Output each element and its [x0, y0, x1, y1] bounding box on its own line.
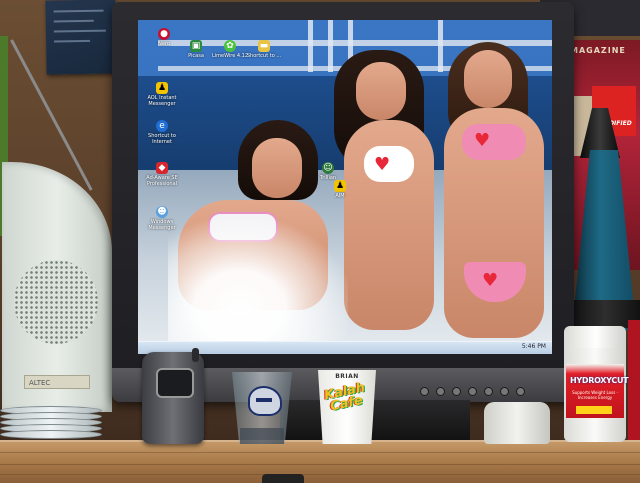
taskbar-clock: 5:46 PM — [521, 343, 546, 350]
magazine-title: MAGAZINE — [570, 46, 626, 55]
supplement-cap — [574, 326, 618, 348]
football-helmet-logo — [248, 386, 282, 416]
power-button — [516, 387, 525, 396]
red-object — [628, 320, 640, 440]
shelf-knob — [262, 474, 304, 483]
desktop-icon[interactable]: e Shortcut to Internet — [142, 120, 182, 145]
aim-icon: ♟ — [334, 180, 346, 192]
aim-icon: ♟ — [156, 82, 168, 94]
desktop-icon[interactable]: ▬ Shortcut to ... — [244, 40, 284, 59]
photo-scene: MAGAZINE MODIFIED ALTEC ♥ ♥ ♥ ● Nero ▣ P… — [0, 0, 640, 483]
cd-stack — [0, 404, 102, 442]
wallpaper-model-right: ♥ ♥ — [434, 42, 552, 342]
trillian-icon: ☺ — [322, 162, 334, 174]
folder-icon: ▬ — [258, 40, 270, 52]
desktop-icon-label: Windows Messenger — [148, 219, 176, 231]
speaker-badge: ALTEC — [24, 375, 90, 389]
adaware-icon: ◆ — [156, 162, 168, 174]
supplement-subtext: Supports Weight Loss · Increases Energy — [572, 390, 618, 400]
disc-icon: ● — [158, 28, 170, 40]
desktop-icon-label: AOL Instant Messenger — [147, 95, 177, 107]
lime-icon: ✿ — [224, 40, 236, 52]
taskbar: 5:46 PM — [138, 341, 552, 354]
desktop-icon-label: Shortcut to ... — [246, 53, 282, 59]
photo-icon: ▣ — [190, 40, 202, 52]
monitor-screen: ♥ ♥ ♥ ● Nero ▣ Picasa ✿ LimeWire 4.12 ▬ … — [138, 20, 552, 354]
boat-post — [308, 20, 313, 72]
desktop-icon[interactable]: ☻ Windows Messenger — [142, 206, 182, 231]
wall-poster — [45, 0, 117, 75]
monitor-button — [484, 387, 493, 396]
flip-phone — [142, 348, 204, 444]
desktop-icon[interactable]: ♟ AIM — [320, 180, 360, 199]
desktop-icon-label: Shortcut to Internet — [148, 133, 176, 145]
phone-antenna — [192, 348, 199, 362]
camera-flash-glare — [168, 220, 348, 354]
phone-display — [156, 368, 194, 398]
supplement-stripe — [576, 406, 612, 414]
messenger-icon: ☻ — [156, 206, 168, 218]
ie-icon: e — [156, 120, 168, 132]
monitor-button — [500, 387, 509, 396]
white-container — [484, 402, 550, 444]
desktop-icon-label: Ad-Aware SE Professional — [146, 175, 178, 187]
desktop-icon[interactable]: ◆ Ad-Aware SE Professional — [142, 162, 182, 187]
monitor-button — [452, 387, 461, 396]
desktop-icon-label: AIM — [335, 193, 345, 199]
supplement-label: HYDROXYCUT Supports Weight Loss · Increa… — [566, 364, 629, 418]
speaker-grille — [14, 260, 98, 344]
supplement-brand: HYDROXYCUT — [570, 376, 629, 385]
wooden-shelf — [0, 440, 640, 483]
cup-name-text: BRIAN — [335, 373, 359, 380]
monitor-button — [468, 387, 477, 396]
desktop-icon[interactable]: ☺ Trillian — [308, 162, 348, 181]
monitor-button — [436, 387, 445, 396]
desktop-icon[interactable]: ♟ AOL Instant Messenger — [142, 82, 182, 107]
monitor-button — [420, 387, 429, 396]
monitor-stand — [280, 400, 470, 442]
